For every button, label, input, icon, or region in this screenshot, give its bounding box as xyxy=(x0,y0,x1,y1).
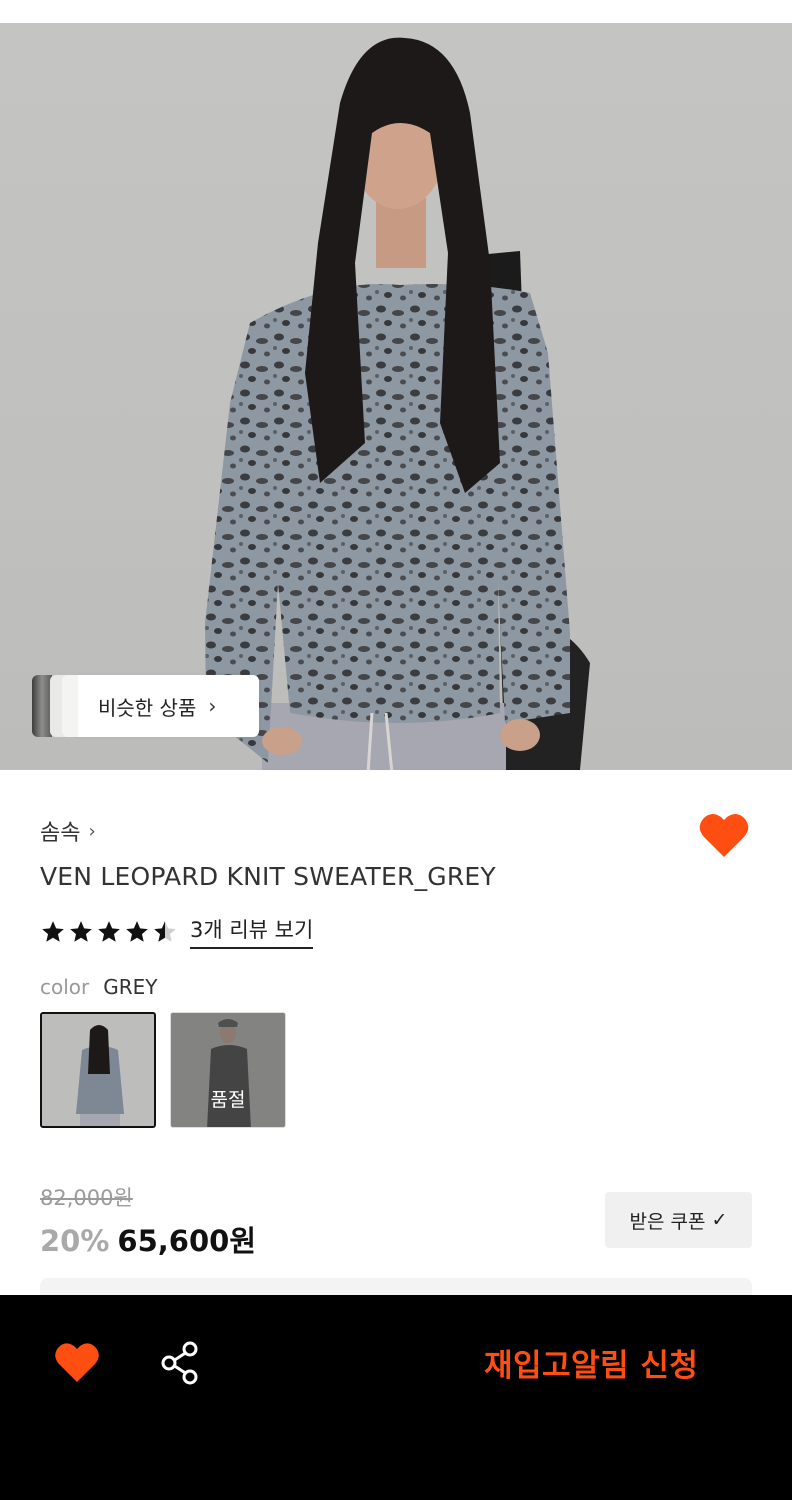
star-icon xyxy=(70,920,92,942)
heart-icon[interactable] xyxy=(698,810,750,860)
check-icon: ✓ xyxy=(711,1209,728,1231)
rating-stars xyxy=(40,919,178,945)
swatch-image xyxy=(42,1014,154,1126)
original-price: 82,000원 xyxy=(40,1186,133,1210)
sale-price: 65,600원 xyxy=(117,1224,257,1258)
color-swatch-grey[interactable] xyxy=(40,1012,156,1128)
product-hero-image[interactable]: 비슷한 상품 › xyxy=(0,23,792,770)
color-row: color GREY xyxy=(40,975,158,999)
similar-products-button[interactable]: 비슷한 상품 › xyxy=(32,675,259,737)
product-title: VEN LEOPARD KNIT SWEATER_GREY xyxy=(40,862,496,891)
color-value: GREY xyxy=(103,975,158,999)
model-illustration xyxy=(205,37,590,770)
bottom-action-bar xyxy=(0,1295,792,1500)
star-icon xyxy=(98,920,120,942)
rating-row: 3개 리뷰 보기 xyxy=(40,914,314,949)
received-coupon-button[interactable]: 받은 쿠폰 ✓ xyxy=(605,1192,752,1248)
price-row: 20% 65,600원 xyxy=(40,1218,256,1260)
color-key: color xyxy=(40,975,90,999)
star-icon xyxy=(42,920,64,942)
similar-thumbnails xyxy=(32,675,78,737)
color-swatch-black[interactable]: 품절 xyxy=(170,1012,286,1128)
reviews-link[interactable]: 3개 리뷰 보기 xyxy=(190,914,314,949)
share-icon[interactable] xyxy=(158,1340,202,1386)
brand-name: 솜속 xyxy=(40,821,81,846)
soldout-label: 품절 xyxy=(210,1089,246,1111)
chevron-right-icon: › xyxy=(88,820,96,842)
coupon-label: 받은 쿠폰 xyxy=(629,1210,706,1233)
heart-icon[interactable] xyxy=(54,1340,100,1384)
similar-products-label-wrap: 비슷한 상품 › xyxy=(72,675,259,737)
chevron-right-icon: › xyxy=(208,694,217,718)
similar-products-label: 비슷한 상품 xyxy=(98,695,197,720)
brand-link[interactable]: 솜속 › xyxy=(40,815,96,847)
restock-alert-button[interactable]: 재입고알림 신청 xyxy=(484,1340,698,1385)
star-half-icon xyxy=(154,920,176,942)
star-icon xyxy=(126,920,148,942)
discount-rate: 20% xyxy=(40,1224,110,1258)
